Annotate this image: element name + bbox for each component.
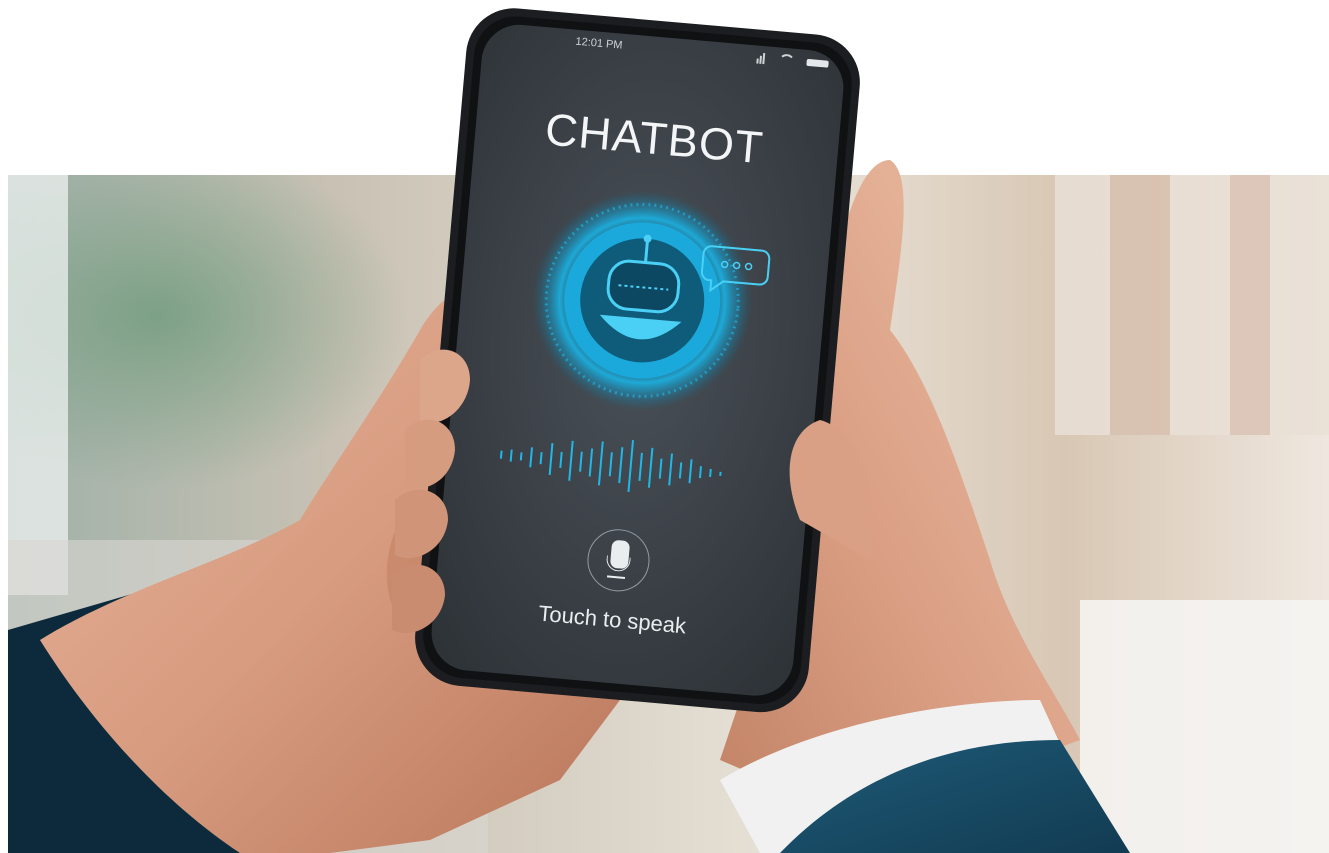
app-title: CHATBOT [543,103,766,174]
signal-icon [762,53,766,65]
microphone-stand [605,555,631,573]
touch-to-speak-label: Touch to speak [537,600,688,639]
status-time: 12:01 PM [575,35,623,52]
battery-icon [806,58,829,68]
status-icons [756,49,837,72]
microphone-button[interactable] [584,526,653,594]
microphone-base [606,575,626,579]
wifi-icon [777,53,796,71]
phone-screen: 12:01 PM CHATBOT Touch to speak [401,3,869,716]
